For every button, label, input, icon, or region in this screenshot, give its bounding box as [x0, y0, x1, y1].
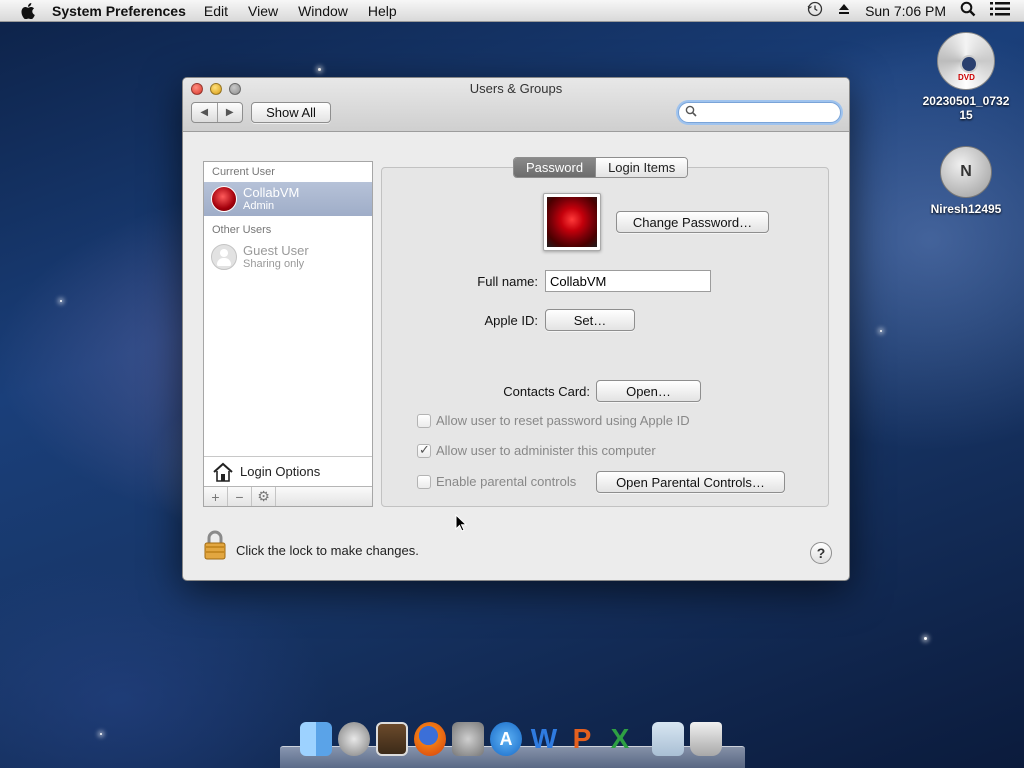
apple-id-label: Apple ID:	[484, 313, 538, 328]
user-role: Admin	[243, 199, 275, 212]
tab-login-items[interactable]: Login Items	[595, 158, 688, 177]
help-button[interactable]: ?	[810, 542, 832, 564]
guest-avatar	[211, 244, 237, 270]
word-icon[interactable]: W	[528, 722, 560, 756]
user-name: Guest User	[243, 242, 309, 258]
users-sidebar: Current User CollabVM Admin Other Users …	[203, 161, 373, 507]
show-all-button[interactable]: Show All	[251, 102, 331, 123]
administer-label: Allow user to administer this computer	[436, 443, 656, 458]
users-groups-window: Users & Groups ◀ ▶ Show All Current User…	[182, 77, 850, 581]
user-avatar	[211, 186, 237, 212]
user-picture[interactable]	[543, 193, 601, 251]
forward-button[interactable]: ▶	[216, 103, 243, 122]
parental-controls-checkbox[interactable]	[417, 474, 431, 489]
change-password-button[interactable]: Change Password…	[616, 211, 769, 233]
contacts-card-label: Contacts Card:	[503, 384, 590, 399]
trash-icon[interactable]	[690, 722, 722, 756]
star	[100, 733, 102, 735]
documents-folder-icon[interactable]	[652, 722, 684, 756]
sidebar-toolbar: + − ⚙	[204, 486, 372, 506]
dvd-disc-icon: DVD	[937, 32, 995, 90]
back-button[interactable]: ◀	[192, 103, 217, 122]
reset-password-checkbox-row[interactable]: Allow user to reset password using Apple…	[417, 413, 690, 428]
user-row-collabvm[interactable]: CollabVM Admin	[204, 182, 372, 216]
menu-help[interactable]: Help	[368, 3, 397, 19]
back-arrow-icon: ◀	[200, 107, 209, 118]
preview-icon[interactable]	[376, 722, 408, 756]
parental-controls-checkbox-row[interactable]: Enable parental controls	[417, 474, 576, 489]
full-name-field[interactable]	[545, 270, 711, 292]
add-user-button[interactable]: +	[204, 487, 228, 506]
current-user-header: Current User	[212, 166, 275, 178]
desktop-hard-disk[interactable]: N Niresh12495	[921, 146, 1011, 216]
open-contacts-button[interactable]: Open…	[596, 380, 701, 402]
desktop-dvd-label: 20230501_073215	[922, 94, 1010, 122]
search-input[interactable]	[701, 105, 831, 120]
login-options-label: Login Options	[240, 464, 321, 479]
star	[60, 300, 62, 302]
launchpad-icon[interactable]	[338, 722, 370, 756]
user-name: CollabVM	[243, 184, 300, 200]
back-forward-control: ◀ ▶	[191, 102, 243, 123]
desktop-dvd[interactable]: DVD 20230501_073215	[921, 32, 1011, 122]
app-menu[interactable]: System Preferences	[52, 3, 186, 19]
tab-password[interactable]: Password	[514, 158, 596, 177]
desktop-hard-disk-label: Niresh12495	[930, 202, 1002, 216]
finder-icon[interactable]	[300, 722, 332, 756]
reset-password-label: Allow user to reset password using Apple…	[436, 413, 690, 428]
remove-user-button[interactable]: −	[228, 487, 252, 506]
full-name-label: Full name:	[477, 274, 538, 289]
tab-bar: Password Login Items	[513, 157, 689, 178]
title-bar: Users & Groups ◀ ▶ Show All	[183, 78, 849, 132]
reset-password-checkbox[interactable]	[417, 413, 431, 428]
apple-icon[interactable]	[18, 2, 38, 19]
star	[318, 68, 321, 71]
set-apple-id-button[interactable]: Set…	[545, 309, 635, 331]
system-preferences-icon[interactable]	[452, 722, 484, 756]
house-icon	[212, 462, 234, 482]
window-title: Users & Groups	[469, 81, 563, 96]
menu-edit[interactable]: Edit	[204, 3, 228, 19]
administer-checkbox[interactable]	[417, 442, 431, 458]
app-store-icon[interactable]: A	[490, 722, 522, 756]
notification-list-icon[interactable]	[990, 1, 1010, 20]
search-icon	[685, 105, 697, 120]
dock: A W P X	[280, 722, 745, 768]
menu-window[interactable]: Window	[298, 3, 348, 19]
other-users-header: Other Users	[212, 224, 272, 236]
rose-image	[547, 197, 597, 247]
eject-icon[interactable]	[837, 2, 851, 19]
lock-text: Click the lock to make changes.	[236, 543, 419, 558]
login-options-item[interactable]: Login Options	[204, 456, 372, 486]
hard-disk-icon: N	[940, 146, 992, 198]
user-row-guest[interactable]: Guest User Sharing only	[204, 240, 372, 274]
gear-icon[interactable]: ⚙	[252, 487, 276, 506]
star	[924, 637, 927, 640]
search-field[interactable]	[678, 102, 841, 123]
powerpoint-icon[interactable]: P	[566, 722, 598, 756]
firefox-icon[interactable]	[414, 722, 446, 756]
open-parental-controls-button[interactable]: Open Parental Controls…	[596, 471, 785, 493]
lock-icon[interactable]	[203, 530, 227, 560]
excel-icon[interactable]: X	[604, 722, 636, 756]
user-role: Sharing only	[243, 257, 305, 270]
time-machine-icon[interactable]	[807, 1, 823, 20]
clock[interactable]: Sun 7:06 PM	[865, 3, 946, 19]
spotlight-icon[interactable]	[960, 1, 976, 20]
administer-checkbox-row[interactable]: Allow user to administer this computer	[417, 442, 656, 458]
menu-view[interactable]: View	[248, 3, 278, 19]
parental-controls-label: Enable parental controls	[436, 474, 577, 489]
star	[880, 330, 882, 332]
mouse-cursor-icon	[455, 513, 468, 535]
forward-arrow-icon: ▶	[225, 107, 234, 118]
menu-bar: System Preferences Edit View Window Help…	[0, 0, 1024, 22]
